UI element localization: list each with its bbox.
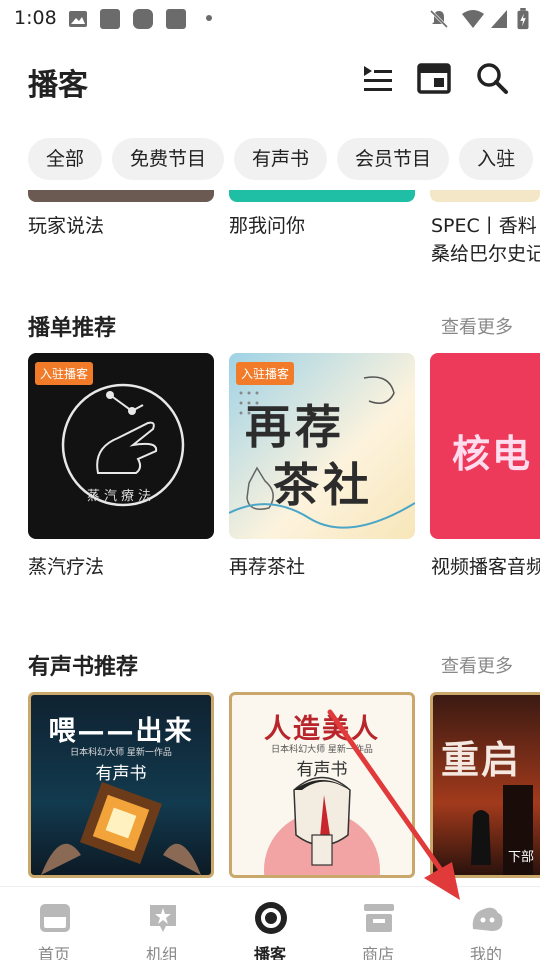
calendar-icon xyxy=(40,904,70,932)
see-more-playlists-link[interactable]: 查看更多 xyxy=(441,313,513,339)
profile-icon xyxy=(472,907,503,931)
nav-label: 首页 xyxy=(37,945,70,960)
playlist-card[interactable]: 入驻播客 蒸汽療法 xyxy=(28,353,214,539)
chip-all[interactable]: 全部 xyxy=(28,138,103,180)
nav-label: 播客 xyxy=(253,945,286,960)
chip-free[interactable]: 免费节目 xyxy=(112,138,225,180)
playlist-card[interactable]: 核电 xyxy=(430,353,540,539)
playlist-title[interactable]: 视频播客音频 xyxy=(431,552,540,579)
podcast-title[interactable]: 玩家说法 xyxy=(28,212,104,240)
page-title: 播客 xyxy=(28,68,88,103)
settled-badge: 入驻播客 xyxy=(35,362,94,385)
shop-icon xyxy=(364,904,394,932)
battery-icon xyxy=(517,8,529,30)
bottom-nav: 首页 机组 播客 商店 我的 xyxy=(0,886,540,960)
cover-text: 再荐 xyxy=(245,400,345,454)
nav-label: 我的 xyxy=(469,945,502,960)
header: 播客 xyxy=(0,52,540,108)
status-bar: 1:08 xyxy=(0,0,540,40)
nav-label: 机组 xyxy=(145,945,178,960)
woman-illustration xyxy=(264,776,380,875)
mini-player-icon[interactable] xyxy=(416,60,452,96)
podcast-title[interactable]: 那我问你 xyxy=(229,212,305,240)
playlist-title[interactable]: 再荐茶社 xyxy=(229,552,305,579)
section-title-audiobooks: 有声书推荐 xyxy=(28,655,139,680)
nav-label: 商店 xyxy=(361,945,394,960)
nav-item-profile[interactable]: 我的 xyxy=(432,887,540,960)
chip-settled[interactable]: 入驻 xyxy=(459,138,534,180)
chip-member[interactable]: 会员节目 xyxy=(337,138,450,180)
cover-text: 茶社 xyxy=(273,458,373,512)
image-icon xyxy=(69,11,87,27)
nav-item-crew[interactable]: 机组 xyxy=(108,887,216,960)
podcast-title[interactable]: SPEC丨香料 桑给巴尔史记 xyxy=(431,212,540,268)
notification-icon xyxy=(133,9,153,29)
playlist-icon[interactable] xyxy=(360,60,396,96)
podcast-icon xyxy=(255,902,287,934)
notification-icon xyxy=(166,9,186,29)
portal-illustration xyxy=(41,781,201,875)
cover-text: 核电 xyxy=(452,432,533,476)
more-notifications-icon xyxy=(206,15,212,21)
playlist-card[interactable]: 入驻播客 再荐 茶社 xyxy=(229,353,415,539)
playlist-title[interactable]: 蒸汽疗法 xyxy=(28,552,104,579)
star-icon xyxy=(150,905,176,932)
nav-item-podcast[interactable]: 播客 xyxy=(216,887,324,960)
nav-item-shop[interactable]: 商店 xyxy=(324,887,432,960)
podcast-cover-partial[interactable] xyxy=(28,190,214,202)
nav-item-home[interactable]: 首页 xyxy=(0,887,108,960)
settled-badge: 入驻播客 xyxy=(236,362,295,385)
cover-text: 蒸汽療法 xyxy=(86,489,155,504)
signal-icon xyxy=(491,10,507,28)
audiobook-card[interactable]: 喂——出来 日本科幻大师 星新一作品 有声书 xyxy=(28,692,214,878)
search-icon[interactable] xyxy=(474,60,510,96)
notification-icon xyxy=(100,9,120,29)
section-title-playlists: 播单推荐 xyxy=(28,316,117,341)
podcast-cover-partial[interactable] xyxy=(430,190,540,202)
audiobook-card[interactable]: 人造美人 日本科幻大师 星新一作品 有声书 xyxy=(229,692,415,878)
see-more-audiobooks-link[interactable]: 查看更多 xyxy=(441,652,513,678)
status-time: 1:08 xyxy=(14,7,57,29)
cover-tag: 下部 xyxy=(507,850,534,865)
category-chips: 全部 免费节目 有声书 会员节目 入驻 xyxy=(28,138,540,182)
wifi-icon xyxy=(462,10,484,28)
chip-audiobook[interactable]: 有声书 xyxy=(234,138,328,180)
audiobook-card[interactable]: 重启 下部 xyxy=(430,692,540,878)
podcast-cover-partial[interactable] xyxy=(229,190,415,202)
mute-icon xyxy=(429,9,449,29)
